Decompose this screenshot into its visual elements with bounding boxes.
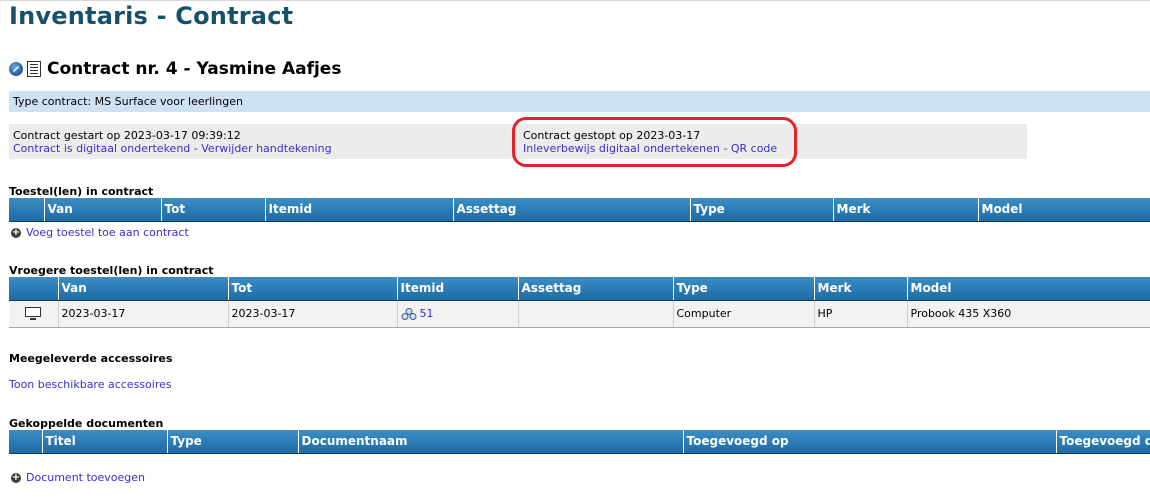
accessories-section-title: Meegeleverde accessoires bbox=[9, 352, 173, 365]
itemid-cell: 51 bbox=[396, 300, 518, 328]
table-row: 2023-03-17 2023-03-17 51 Computer HP Pro… bbox=[9, 300, 1150, 328]
column-header-van[interactable]: Van bbox=[57, 277, 228, 301]
itemid-link[interactable]: 51 bbox=[420, 307, 434, 320]
column-header-icon bbox=[9, 430, 42, 454]
top-rule bbox=[0, 0, 1150, 1]
column-header-assettag[interactable]: Assettag bbox=[517, 277, 673, 301]
assets-icon[interactable] bbox=[401, 308, 417, 320]
column-header-itemid[interactable]: Itemid bbox=[264, 198, 453, 222]
column-header-van[interactable]: Van bbox=[43, 198, 161, 222]
model-cell: Probook 435 X360 bbox=[906, 300, 1150, 328]
edit-circle-icon[interactable] bbox=[9, 62, 23, 76]
plus-circle-icon[interactable]: + bbox=[11, 472, 21, 483]
assettag-cell bbox=[517, 300, 673, 328]
tot-cell: 2023-03-17 bbox=[227, 300, 397, 328]
column-header-type[interactable]: Type bbox=[689, 198, 833, 222]
column-header-titel[interactable]: Titel bbox=[41, 430, 167, 454]
add-device-row: + Voeg toestel toe aan contract bbox=[11, 226, 189, 239]
add-device-link[interactable]: Voeg toestel toe aan contract bbox=[26, 226, 189, 239]
monitor-icon[interactable] bbox=[25, 306, 42, 321]
van-cell: 2023-03-17 bbox=[57, 300, 228, 328]
highlight-annotation bbox=[512, 117, 797, 167]
remove-signature-link[interactable]: Verwijder handtekening bbox=[201, 142, 331, 155]
devices-section-title: Toestel(len) in contract bbox=[9, 185, 154, 198]
type-cell: Computer bbox=[672, 300, 814, 328]
previous-devices-section-title: Vroegere toestel(len) in contract bbox=[9, 264, 214, 277]
contract-signed-link[interactable]: Contract is digitaal ondertekend bbox=[13, 142, 190, 155]
page-title: Inventaris - Contract bbox=[9, 2, 294, 30]
column-header-merk[interactable]: Merk bbox=[832, 198, 978, 222]
column-header-model[interactable]: Model bbox=[977, 198, 1150, 222]
row-icon-cell[interactable] bbox=[9, 300, 58, 328]
documents-table: Titel Type Documentnaam Toegevoegd op To… bbox=[9, 430, 1150, 454]
column-header-toegevoegd-door[interactable]: Toegevoegd door bbox=[1055, 430, 1150, 454]
merk-cell: HP bbox=[813, 300, 907, 328]
column-header-itemid[interactable]: Itemid bbox=[396, 277, 518, 301]
add-document-row: + Document toevoegen bbox=[11, 471, 145, 484]
accessories-row: Toon beschikbare accessoires bbox=[9, 378, 172, 391]
contract-started-text: Contract gestart op 2023-03-17 09:39:12 bbox=[13, 129, 241, 142]
column-header-type[interactable]: Type bbox=[166, 430, 298, 454]
devices-header-row: Van Tot Itemid Assettag Type Merk Model bbox=[9, 198, 1150, 222]
contract-heading: Contract nr. 4 - Yasmine Aafjes bbox=[9, 58, 341, 80]
column-header-tot[interactable]: Tot bbox=[160, 198, 265, 222]
link-separator: - bbox=[190, 142, 202, 155]
documents-header-row: Titel Type Documentnaam Toegevoegd op To… bbox=[9, 430, 1150, 454]
show-accessories-link[interactable]: Toon beschikbare accessoires bbox=[9, 378, 172, 391]
add-document-link[interactable]: Document toevoegen bbox=[26, 471, 145, 484]
column-header-type[interactable]: Type bbox=[672, 277, 814, 301]
documents-section-title: Gekoppelde documenten bbox=[9, 417, 164, 430]
column-header-merk[interactable]: Merk bbox=[813, 277, 907, 301]
document-list-icon[interactable] bbox=[27, 61, 41, 77]
previous-devices-header-row: Van Tot Itemid Assettag Type Merk Model bbox=[9, 277, 1150, 301]
column-header-documentnaam[interactable]: Documentnaam bbox=[297, 430, 683, 454]
previous-devices-table: Van Tot Itemid Assettag Type Merk Model … bbox=[9, 277, 1150, 328]
column-header-assettag[interactable]: Assettag bbox=[452, 198, 690, 222]
column-header-tot[interactable]: Tot bbox=[227, 277, 397, 301]
contract-start-info: Contract gestart op 2023-03-17 09:39:12 … bbox=[13, 129, 332, 155]
contract-title: Contract nr. 4 - Yasmine Aafjes bbox=[47, 59, 342, 79]
plus-circle-icon[interactable]: + bbox=[11, 227, 21, 238]
column-header-model[interactable]: Model bbox=[906, 277, 1150, 301]
contract-type-bar: Type contract: MS Surface voor leerlinge… bbox=[9, 91, 1150, 112]
column-header-icon bbox=[9, 198, 44, 222]
column-header-toegevoegd-op[interactable]: Toegevoegd op bbox=[682, 430, 1056, 454]
column-header-icon bbox=[9, 277, 58, 301]
devices-table: Van Tot Itemid Assettag Type Merk Model bbox=[9, 198, 1150, 222]
